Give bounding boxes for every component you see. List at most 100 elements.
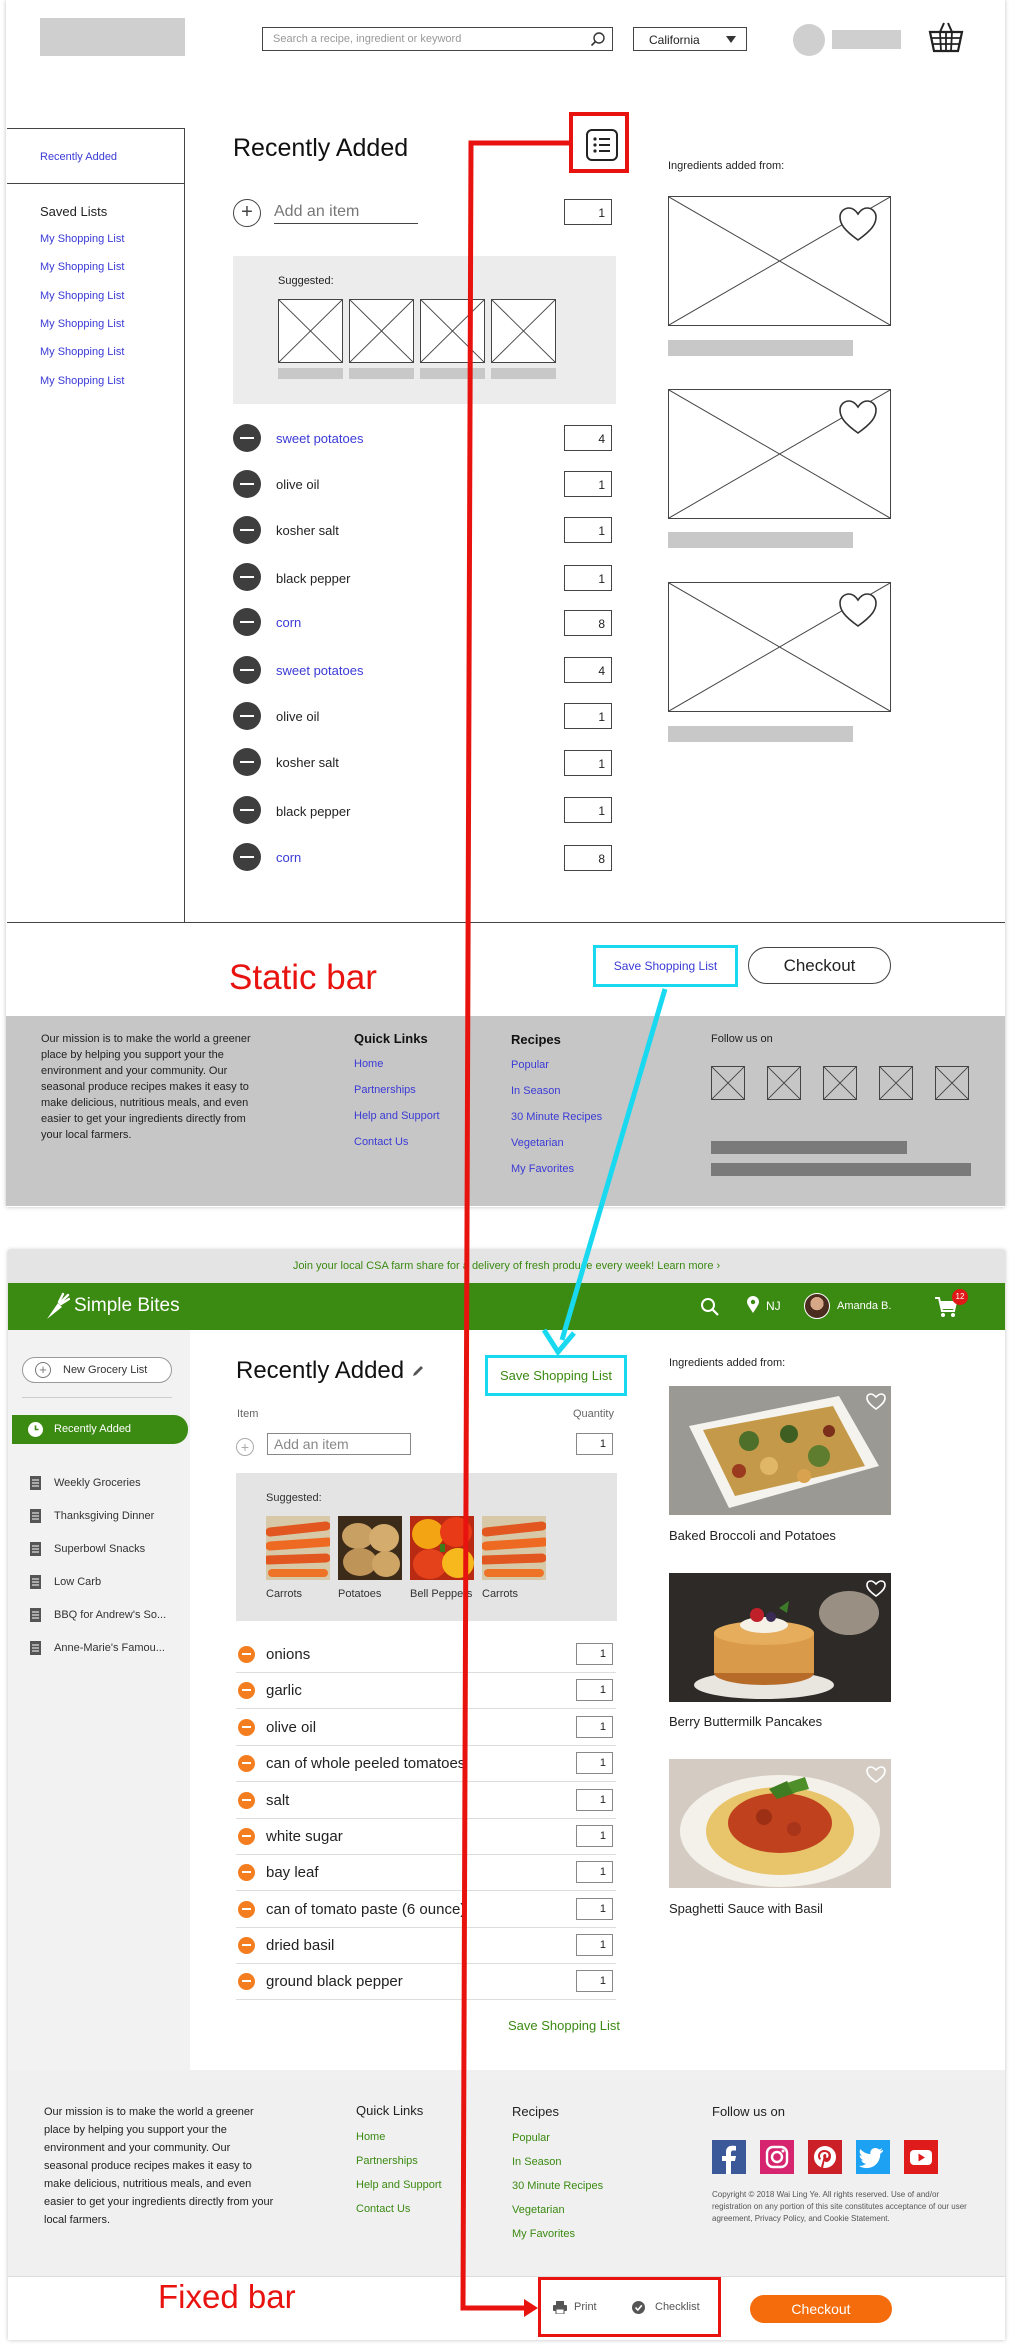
list-item-qty[interactable]: 1 xyxy=(576,1970,613,1992)
pinterest-icon[interactable] xyxy=(808,2140,842,2174)
remove-item-icon[interactable] xyxy=(233,796,261,824)
sidebar-item-anne-marie[interactable]: Anne-Marie's Famou... xyxy=(54,1642,214,1654)
social-icon-placeholder[interactable] xyxy=(823,1066,857,1100)
footer-link-partnerships[interactable]: Partnerships xyxy=(354,1084,416,1096)
remove-item-icon[interactable] xyxy=(238,1719,255,1736)
facebook-icon[interactable] xyxy=(712,2140,746,2174)
footer-link-30-minute[interactable]: 30 Minute Recipes xyxy=(511,1111,602,1123)
footer-link-popular[interactable]: Popular xyxy=(511,1059,549,1071)
remove-item-icon[interactable] xyxy=(233,563,261,591)
print-button[interactable]: Print xyxy=(574,2301,597,2313)
social-icon-placeholder[interactable] xyxy=(879,1066,913,1100)
user-name[interactable]: Amanda B. xyxy=(837,1300,891,1312)
image-placeholder[interactable] xyxy=(491,299,556,363)
remove-item-icon[interactable] xyxy=(233,843,261,871)
list-item-name[interactable]: sweet potatoes xyxy=(276,431,363,446)
sidebar-item-thanksgiving[interactable]: Thanksgiving Dinner xyxy=(54,1510,214,1522)
heart-icon[interactable] xyxy=(838,399,878,437)
remove-item-icon[interactable] xyxy=(233,748,261,776)
remove-item-icon[interactable] xyxy=(238,1646,255,1663)
sidebar-item-weekly-groceries[interactable]: Weekly Groceries xyxy=(54,1477,214,1489)
sidebar-item-low-carb[interactable]: Low Carb xyxy=(54,1576,214,1588)
list-item-name[interactable]: sweet potatoes xyxy=(276,663,363,678)
footer-link-partnerships[interactable]: Partnerships xyxy=(356,2155,418,2167)
list-item-qty[interactable]: 1 xyxy=(576,1752,613,1774)
avatar-placeholder[interactable] xyxy=(793,24,825,56)
recipe-name[interactable]: Berry Buttermilk Pancakes xyxy=(669,1714,822,1729)
footer-link-help[interactable]: Help and Support xyxy=(356,2179,442,2191)
search-icon[interactable] xyxy=(590,31,606,47)
add-item-qty[interactable]: 1 xyxy=(564,199,612,225)
remove-item-icon[interactable] xyxy=(233,702,261,730)
instagram-icon[interactable] xyxy=(760,2140,794,2174)
list-item-qty[interactable]: 1 xyxy=(564,797,612,823)
sidebar-item-recently-added[interactable]: Recently Added xyxy=(12,1415,188,1444)
search-input[interactable]: Search a recipe, ingredient or keyword xyxy=(262,27,613,51)
list-item-name[interactable]: corn xyxy=(276,850,301,865)
footer-link-contact[interactable]: Contact Us xyxy=(354,1136,408,1148)
footer-link-vegetarian[interactable]: Vegetarian xyxy=(511,1137,564,1149)
list-item-qty[interactable]: 4 xyxy=(564,425,612,451)
basket-icon[interactable] xyxy=(928,20,964,54)
heart-icon[interactable] xyxy=(866,1580,886,1598)
list-item-qty[interactable]: 1 xyxy=(576,1643,613,1665)
user-avatar[interactable] xyxy=(804,1293,830,1319)
recipe-image-spaghetti[interactable] xyxy=(669,1759,891,1888)
bell-peppers-image[interactable] xyxy=(410,1516,474,1580)
add-item-plus-icon[interactable]: + xyxy=(233,199,261,227)
heart-icon[interactable] xyxy=(838,206,878,244)
list-item-qty[interactable]: 1 xyxy=(576,1898,613,1920)
footer-link-in-season[interactable]: In Season xyxy=(512,2156,562,2168)
social-icon-placeholder[interactable] xyxy=(767,1066,801,1100)
remove-item-icon[interactable] xyxy=(238,1937,255,1954)
remove-item-icon[interactable] xyxy=(238,1682,255,1699)
checklist-button[interactable]: Checklist xyxy=(655,2301,700,2313)
list-item-qty[interactable]: 4 xyxy=(564,657,612,683)
list-item-qty[interactable]: 1 xyxy=(564,471,612,497)
wf-saved-list-item[interactable]: My Shopping List xyxy=(40,346,124,358)
list-item-qty[interactable]: 1 xyxy=(564,565,612,591)
heart-icon[interactable] xyxy=(866,1393,886,1411)
list-view-icon[interactable] xyxy=(585,128,619,162)
list-item-qty[interactable]: 1 xyxy=(576,1861,613,1883)
wf-saved-list-item[interactable]: My Shopping List xyxy=(40,375,124,387)
checklist-check-icon[interactable] xyxy=(632,2301,645,2314)
remove-item-icon[interactable] xyxy=(233,424,261,452)
list-item-qty[interactable]: 1 xyxy=(576,1825,613,1847)
youtube-icon[interactable] xyxy=(904,2140,938,2174)
checkout-button[interactable]: Checkout xyxy=(748,947,891,984)
wf-saved-list-item[interactable]: My Shopping List xyxy=(40,290,124,302)
checkout-button[interactable]: Checkout xyxy=(750,2295,892,2323)
recipe-image-pancakes[interactable] xyxy=(669,1573,891,1702)
wf-saved-list-item[interactable]: My Shopping List xyxy=(40,261,124,273)
list-item-qty[interactable]: 1 xyxy=(564,703,612,729)
footer-link-favorites[interactable]: My Favorites xyxy=(512,2228,575,2240)
footer-link-help[interactable]: Help and Support xyxy=(354,1110,440,1122)
twitter-icon[interactable] xyxy=(856,2140,890,2174)
heart-icon[interactable] xyxy=(866,1766,886,1784)
footer-link-30-minute[interactable]: 30 Minute Recipes xyxy=(512,2180,603,2192)
new-grocery-list-button[interactable]: + New Grocery List xyxy=(22,1357,172,1383)
footer-link-vegetarian[interactable]: Vegetarian xyxy=(512,2204,565,2216)
add-item-plus-icon[interactable]: + xyxy=(236,1438,254,1456)
recipe-image-broccoli[interactable] xyxy=(669,1386,891,1515)
footer-link-popular[interactable]: Popular xyxy=(512,2132,550,2144)
print-icon[interactable] xyxy=(553,2301,567,2314)
sidebar-item-bbq[interactable]: BBQ for Andrew's So... xyxy=(54,1609,214,1621)
list-item-qty[interactable]: 1 xyxy=(576,1679,613,1701)
heart-icon[interactable] xyxy=(838,592,878,630)
footer-link-favorites[interactable]: My Favorites xyxy=(511,1163,574,1175)
save-shopping-list-button[interactable]: Save Shopping List xyxy=(593,945,738,987)
csa-banner[interactable]: Join your local CSA farm share for a del… xyxy=(8,1250,1005,1283)
footer-link-in-season[interactable]: In Season xyxy=(511,1085,561,1097)
image-placeholder[interactable] xyxy=(420,299,485,363)
list-item-qty[interactable]: 1 xyxy=(576,1934,613,1956)
sidebar-item-superbowl[interactable]: Superbowl Snacks xyxy=(54,1543,214,1555)
save-shopping-list-button[interactable]: Save Shopping List xyxy=(485,1355,627,1396)
recipe-name[interactable]: Spaghetti Sauce with Basil xyxy=(669,1901,823,1916)
carrots-image[interactable] xyxy=(482,1516,546,1580)
wf-saved-list-item[interactable]: My Shopping List xyxy=(40,318,124,330)
remove-item-icon[interactable] xyxy=(233,656,261,684)
footer-link-home[interactable]: Home xyxy=(356,2131,385,2143)
remove-item-icon[interactable] xyxy=(238,1828,255,1845)
